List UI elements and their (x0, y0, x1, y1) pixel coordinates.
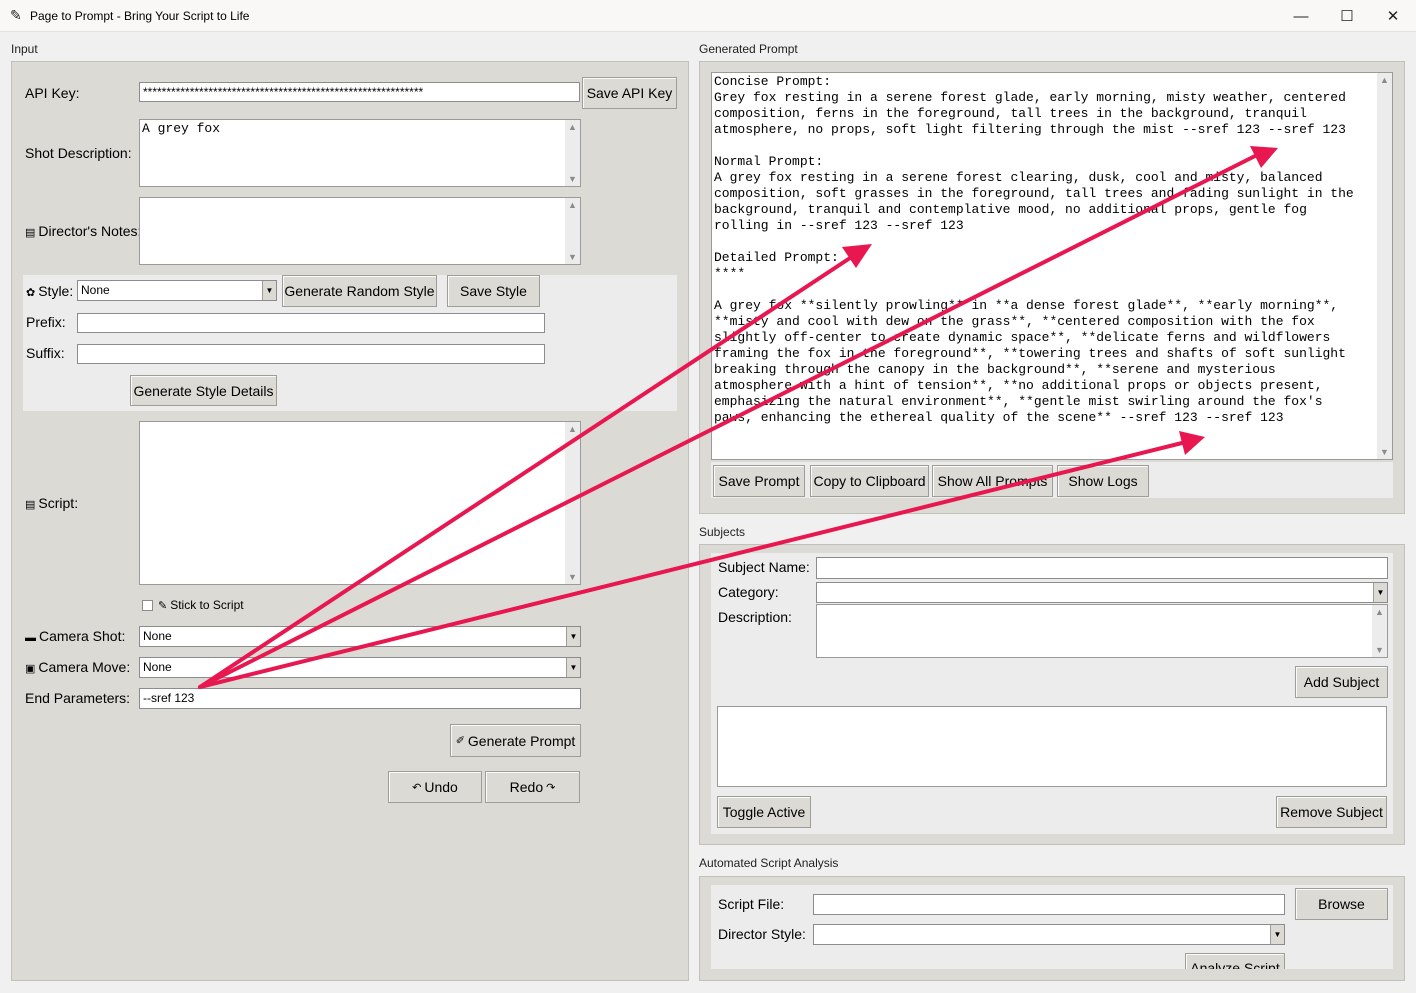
arrowhead (842, 244, 872, 268)
arrow-to-detailed-prompt-end (198, 441, 1184, 689)
annotation-arrows (198, 146, 1278, 689)
arrow-to-concise-prompt (198, 154, 1257, 689)
arrow-to-detailed-prompt (198, 256, 852, 689)
arrowhead (1179, 431, 1205, 455)
